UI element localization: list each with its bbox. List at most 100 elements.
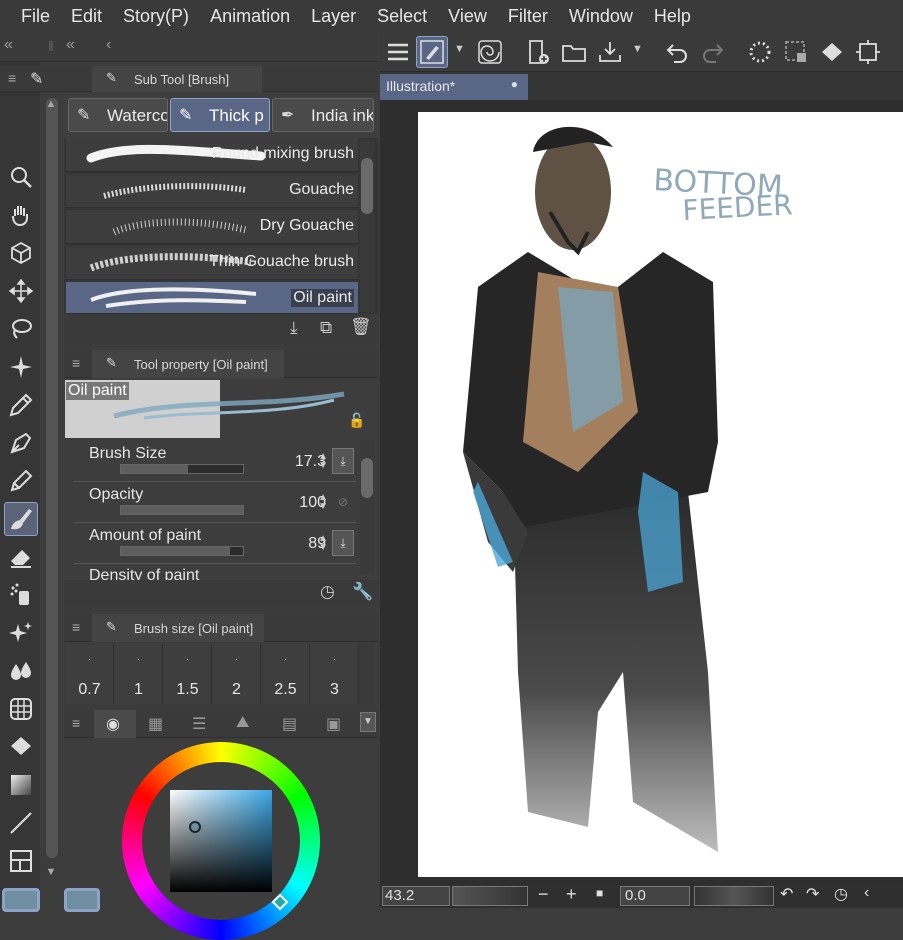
- object-tool[interactable]: [4, 236, 38, 270]
- panel-menu-icon[interactable]: ≡: [72, 355, 80, 371]
- rotation-slider[interactable]: [694, 886, 774, 906]
- tab-watercolor[interactable]: ✎ Waterco: [68, 98, 168, 132]
- menu-story[interactable]: Story(P): [123, 6, 189, 27]
- brush-round-mixing[interactable]: Round mixing brush: [66, 138, 358, 172]
- sub-view-icon[interactable]: ▣: [326, 714, 341, 734]
- scroll-down-icon[interactable]: ▼: [42, 866, 60, 882]
- toolprop-tab[interactable]: ✎ Tool property [Oil paint]: [92, 350, 284, 378]
- brush-dry-gouache[interactable]: Dry Gouache: [66, 210, 358, 244]
- reset-rotation-icon[interactable]: ◷: [834, 884, 848, 904]
- fill-button[interactable]: [816, 36, 848, 68]
- size-preset-2[interactable]: · 2: [213, 644, 261, 704]
- subtool-tab[interactable]: ✎ Sub Tool [Brush]: [92, 66, 262, 92]
- blend-tool[interactable]: [4, 654, 38, 688]
- brush-oil-paint[interactable]: Oil paint: [66, 282, 358, 314]
- zoom-value[interactable]: 43.2: [382, 886, 450, 906]
- deselect-button[interactable]: [780, 36, 812, 68]
- trash-icon[interactable]: 🗑: [350, 317, 372, 337]
- chevron-down-icon[interactable]: ▼: [454, 43, 465, 55]
- main-color-swatch[interactable]: [2, 888, 40, 912]
- sub-color-swatch[interactable]: [64, 888, 100, 912]
- approx-color-icon[interactable]: ⛰: [236, 714, 249, 732]
- saturation-value-square[interactable]: [170, 790, 272, 892]
- zoom-out-icon[interactable]: −: [538, 884, 549, 905]
- rotate-right-icon[interactable]: ↷: [806, 884, 819, 904]
- pressure-settings-icon[interactable]: ⤓: [332, 448, 354, 474]
- brush-size-slider[interactable]: [120, 464, 244, 474]
- tab-thick-paint[interactable]: ✎ Thick p: [170, 98, 270, 132]
- color-history-icon[interactable]: ▤: [282, 714, 297, 734]
- prop-brush-size[interactable]: Brush Size 17.3 ▲ ▼ ⤓: [74, 442, 356, 482]
- tab-color-wheel[interactable]: ◉: [94, 710, 136, 738]
- color-slider-icon[interactable]: ☰: [192, 714, 206, 734]
- transform-button[interactable]: [852, 36, 884, 68]
- auto-select-tool[interactable]: [4, 350, 38, 384]
- menu-layer[interactable]: Layer: [311, 6, 356, 27]
- settings-dial-icon[interactable]: ◷: [320, 582, 335, 602]
- menu-file[interactable]: File: [21, 6, 50, 27]
- open-file-button[interactable]: [558, 36, 590, 68]
- color-picker-handle[interactable]: [189, 821, 201, 833]
- canvas-paper[interactable]: BOTTOM FEEDER: [418, 112, 903, 877]
- wrench-icon[interactable]: 🔧: [352, 582, 373, 602]
- opacity-slider[interactable]: [120, 505, 244, 515]
- brush-list-scrollbar[interactable]: [360, 140, 374, 312]
- download-icon[interactable]: ⤓: [290, 318, 298, 338]
- brush-size-spinner-icon[interactable]: ▲ ▼: [318, 452, 328, 471]
- menu-help[interactable]: Help: [654, 6, 691, 27]
- color-set-icon[interactable]: ▦: [148, 714, 163, 734]
- decoration-tool[interactable]: [4, 578, 38, 612]
- eyedropper-tool[interactable]: [4, 388, 38, 422]
- new-file-button[interactable]: [522, 36, 554, 68]
- undo-button[interactable]: [662, 36, 694, 68]
- menu-toggle[interactable]: [382, 36, 414, 68]
- menu-edit[interactable]: Edit: [71, 6, 102, 27]
- amount-pressure-icon[interactable]: ⤓: [332, 530, 354, 556]
- chevron-down-icon[interactable]: ▼: [632, 43, 643, 55]
- panel-menu-icon[interactable]: ≡: [8, 70, 16, 86]
- panel-menu-icon[interactable]: ≡: [72, 715, 80, 731]
- figure-tool[interactable]: [4, 692, 38, 726]
- tab-illustration[interactable]: Illustration* ●: [380, 74, 528, 100]
- quick-brush-button[interactable]: [416, 36, 448, 68]
- rotate-left-icon[interactable]: ↶: [780, 884, 793, 904]
- opacity-spinner-icon[interactable]: ▲ ▼: [318, 493, 328, 512]
- pen-tool[interactable]: [4, 426, 38, 460]
- lock-icon[interactable]: 🔓: [348, 412, 365, 429]
- tool-scrollbar[interactable]: [46, 98, 58, 858]
- amount-of-paint-slider[interactable]: [120, 546, 244, 556]
- chevron-left-icon[interactable]: ‹: [864, 884, 869, 902]
- brush-tool[interactable]: [4, 502, 38, 536]
- brush-gouache[interactable]: Gouache: [66, 174, 358, 208]
- frame-tool[interactable]: [4, 844, 38, 878]
- panel-dropdown-icon[interactable]: ▼: [360, 712, 376, 732]
- zoom-in-icon[interactable]: +: [566, 884, 577, 905]
- lasso-tool[interactable]: [4, 312, 38, 346]
- chevron-left-icon[interactable]: ‹: [106, 36, 111, 54]
- size-preset-1[interactable]: · 1: [115, 644, 163, 704]
- brushsize-scrollbar[interactable]: [360, 644, 374, 704]
- size-preset-2.5[interactable]: · 2.5: [262, 644, 310, 704]
- zoom-tool[interactable]: [4, 160, 38, 194]
- eraser-tool[interactable]: [4, 540, 38, 574]
- brush-thin-gouache[interactable]: Thin Gouache brush: [66, 246, 358, 280]
- panel-menu-icon[interactable]: ≡: [72, 619, 80, 635]
- line-tool[interactable]: [4, 806, 38, 840]
- loading-button[interactable]: [744, 36, 776, 68]
- opacity-dynamics-icon[interactable]: ⊘: [332, 489, 354, 515]
- menu-view[interactable]: View: [448, 6, 487, 27]
- brushsize-tab[interactable]: ✎ Brush size [Oil paint]: [92, 614, 264, 642]
- size-preset-1.5[interactable]: · 1.5: [164, 644, 212, 704]
- effect-tool[interactable]: [4, 616, 38, 650]
- move-tool[interactable]: [4, 274, 38, 308]
- hand-tool[interactable]: [4, 198, 38, 232]
- prop-opacity[interactable]: Opacity 100 ▲ ▼ ⊘: [74, 483, 356, 523]
- pencil-tool[interactable]: [4, 464, 38, 498]
- stabilizer-button[interactable]: [474, 36, 506, 68]
- collapse-left-icon[interactable]: «: [4, 36, 13, 54]
- redo-button[interactable]: [696, 36, 728, 68]
- amount-spinner-icon[interactable]: ▲ ▼: [318, 534, 328, 553]
- duplicate-icon[interactable]: ⧉: [320, 318, 332, 338]
- tab-india-ink[interactable]: ✒ India ink: [272, 98, 374, 132]
- prop-density-of-paint[interactable]: Density of paint: [74, 564, 356, 580]
